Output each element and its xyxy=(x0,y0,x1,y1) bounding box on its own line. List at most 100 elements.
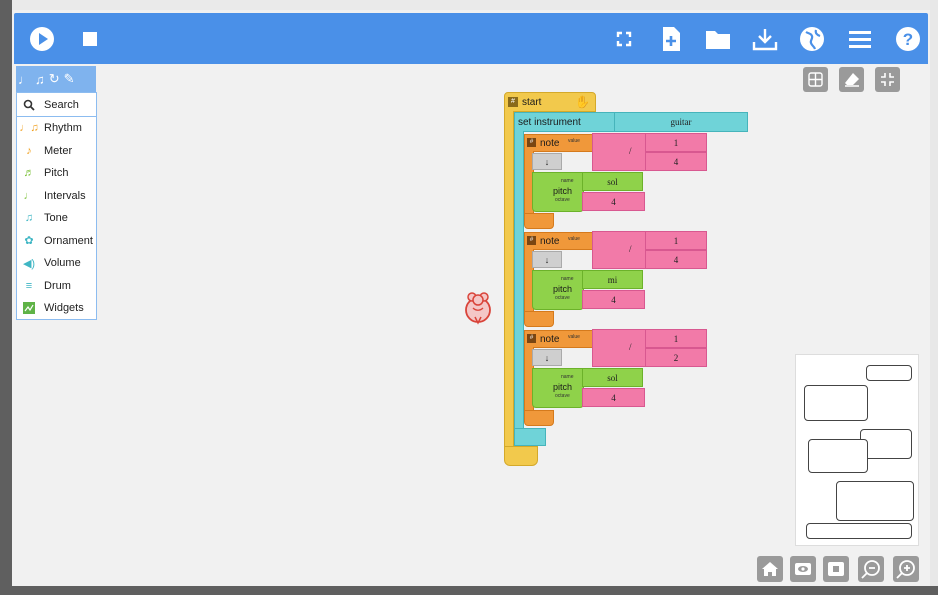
palette-item-ornament[interactable]: ✿ Ornament xyxy=(17,230,96,253)
palette-item-tone[interactable]: ♫ Tone xyxy=(17,207,96,230)
arrow-block[interactable]: ↓ xyxy=(532,349,562,366)
fullscreen-button[interactable] xyxy=(606,13,642,64)
palette-item-intervals[interactable]: ♩ Intervals xyxy=(17,185,96,208)
music-tab-icon[interactable]: ♩ xyxy=(18,72,31,87)
drum-icon: ≡ xyxy=(25,279,33,292)
denominator-block-3[interactable]: 2 xyxy=(645,348,707,367)
denominator-block-1[interactable]: 4 xyxy=(645,152,707,171)
intervals-icon: ♩ xyxy=(23,189,35,202)
canvas-minimap[interactable] xyxy=(795,354,919,546)
pitch-name-value: sol xyxy=(607,372,618,383)
start-block-foot xyxy=(504,446,538,466)
divide-block-3[interactable]: / xyxy=(592,329,646,367)
language-globe-icon xyxy=(800,26,824,51)
note-block-1[interactable]: # note value xyxy=(524,134,594,152)
numerator-value: 1 xyxy=(673,137,679,148)
numerator-block-2[interactable]: 1 xyxy=(645,231,707,250)
pitch-block-2[interactable]: name pitch octave xyxy=(532,270,584,310)
load-project-button[interactable] xyxy=(700,13,736,64)
stop-button[interactable] xyxy=(72,13,108,64)
palette-item-pitch[interactable]: ♬ Pitch xyxy=(17,162,96,185)
pitch-name-block-2[interactable]: mi xyxy=(582,270,643,289)
pitch-name-block-3[interactable]: sol xyxy=(582,368,643,387)
play-button[interactable] xyxy=(24,13,60,64)
palette-item-rhythm[interactable]: ♩♫ Rhythm xyxy=(17,117,96,140)
eye-icon xyxy=(795,563,811,575)
instrument-value-block[interactable]: guitar xyxy=(614,112,748,132)
divide-block-2[interactable]: / xyxy=(592,231,646,269)
menu-icon xyxy=(849,30,871,48)
set-instrument-label: set instrument xyxy=(518,117,581,128)
octave-label: octave xyxy=(555,197,570,203)
palette-item-drum[interactable]: ≡ Drum xyxy=(17,275,96,298)
value-label: value xyxy=(568,334,580,340)
palette-item-label: Search xyxy=(44,98,79,111)
collapse-button[interactable] xyxy=(875,67,900,92)
stop-icon xyxy=(83,31,97,46)
help-button[interactable]: ? xyxy=(890,13,926,64)
zoom-in-button[interactable] xyxy=(893,556,919,582)
note-block-3-foot xyxy=(524,410,554,426)
palette-tabs: ♩ ♫ ↻ ✎ xyxy=(16,66,96,92)
mouse-turtle-icon[interactable] xyxy=(463,291,493,330)
new-project-button[interactable] xyxy=(653,13,689,64)
note-block-2[interactable]: # note value xyxy=(524,232,594,250)
octave-block-1[interactable]: 4 xyxy=(582,192,645,211)
toggle-view-button[interactable] xyxy=(790,556,816,582)
arrow-block[interactable]: ↓ xyxy=(532,251,562,268)
arrow-block[interactable]: ↓ xyxy=(532,153,562,170)
pitch-block-3[interactable]: name pitch octave xyxy=(532,368,584,408)
divide-block-1[interactable]: / xyxy=(592,133,646,171)
pitch-name-block-1[interactable]: sol xyxy=(582,172,643,191)
main-menu-button[interactable] xyxy=(842,13,878,64)
octave-label: octave xyxy=(555,295,570,301)
help-icon: ? xyxy=(896,26,920,51)
notes-tab-icon[interactable]: ♫ xyxy=(35,72,45,87)
zoom-out-button[interactable] xyxy=(858,556,884,582)
value-label: value xyxy=(568,138,580,144)
name-label: name xyxy=(561,276,574,282)
note-block-3[interactable]: # note value xyxy=(524,330,594,348)
zoom-out-icon xyxy=(861,560,880,579)
window-bottom-edge xyxy=(0,586,938,595)
palette-item-search[interactable]: Search xyxy=(17,93,96,117)
palette-item-volume[interactable]: ◀) Volume xyxy=(17,252,96,275)
start-block-label: start xyxy=(522,97,542,108)
set-instrument-arm xyxy=(514,131,524,430)
save-button[interactable] xyxy=(747,13,783,64)
pen-tab-icon[interactable]: ✎ xyxy=(64,71,75,87)
palette-item-label: Drum xyxy=(44,279,71,292)
window-top-edge xyxy=(0,0,938,10)
denominator-block-2[interactable]: 4 xyxy=(645,250,707,269)
divide-symbol: / xyxy=(629,146,632,156)
down-arrow-icon: ↓ xyxy=(544,156,550,167)
widgets-icon xyxy=(21,301,37,315)
octave-block-3[interactable]: 4 xyxy=(582,388,645,407)
restore-button[interactable] xyxy=(823,556,849,582)
pitch-icon: ♬ xyxy=(23,167,35,180)
name-label: name xyxy=(561,374,574,380)
note-label: note xyxy=(540,138,560,149)
palette-item-label: Volume xyxy=(44,257,81,270)
palette-item-label: Intervals xyxy=(44,189,86,202)
planet-button[interactable] xyxy=(794,13,830,64)
pitch-block-1[interactable]: name pitch octave xyxy=(532,172,584,212)
numerator-block-1[interactable]: 1 xyxy=(645,133,707,152)
instrument-value: guitar xyxy=(670,117,692,127)
start-block[interactable]: # start ✋ xyxy=(504,92,596,112)
flow-tab-icon[interactable]: ↻ xyxy=(49,71,60,87)
note-block-1-foot xyxy=(524,213,554,229)
palette-item-meter[interactable]: ♪ Meter xyxy=(17,140,96,163)
minimap-block xyxy=(804,385,868,421)
clear-button[interactable] xyxy=(839,67,864,92)
octave-block-2[interactable]: 4 xyxy=(582,290,645,309)
down-arrow-icon: ↓ xyxy=(544,352,550,363)
grid-button[interactable] xyxy=(803,67,828,92)
octave-value: 4 xyxy=(611,196,616,207)
palette-item-widgets[interactable]: Widgets xyxy=(17,297,96,320)
numerator-block-3[interactable]: 1 xyxy=(645,329,707,348)
set-instrument-block[interactable]: set instrument xyxy=(514,112,616,132)
block-handle-icon: # xyxy=(508,97,518,107)
collapse-icon xyxy=(881,73,894,86)
home-button[interactable] xyxy=(757,556,783,582)
